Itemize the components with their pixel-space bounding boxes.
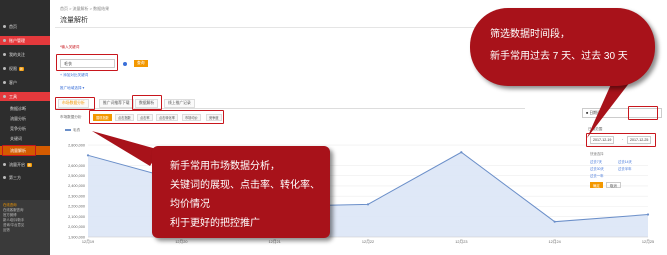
y-tick-label: 2,300,000 <box>68 194 85 198</box>
quick-option[interactable]: 过去一年 <box>590 173 604 178</box>
y-tick-label: 2,800,000 <box>68 143 85 147</box>
y-tick-label: 2,000,000 <box>68 225 85 229</box>
y-tick-label: 2,200,000 <box>68 205 85 209</box>
y-tick-label: 2,600,000 <box>68 164 85 168</box>
callout-line: 关键词的展现、点击率、转化率、 <box>170 180 320 191</box>
date-cancel-button[interactable]: 取消 <box>606 182 621 188</box>
quick-select-label: 快速选择 <box>590 152 604 156</box>
date-range-label: 日期范围 <box>588 127 603 131</box>
quick-option[interactable]: 过去30天 <box>590 166 604 171</box>
data-point <box>553 220 556 223</box>
highlight-box-date-range <box>586 133 656 147</box>
callout-date-filter: 筛选数据时间段， 新手常用过去 7 天、过去 30 天 <box>470 8 655 86</box>
data-point <box>646 213 650 216</box>
quick-option[interactable]: 过去半年 <box>618 166 632 171</box>
y-tick-label: 2,500,000 <box>68 174 85 178</box>
callout-market-analysis: 新手常用市场数据分析， 关键词的展现、点击率、转化率、 均价情况 利于更好的把控… <box>152 146 330 238</box>
data-point <box>366 203 370 206</box>
callout-line: 新手常用市场数据分析， <box>170 161 280 172</box>
callout-line: 新手常用过去 7 天、过去 30 天 <box>490 51 628 62</box>
y-tick-label: 1,900,000 <box>68 235 85 239</box>
callout-line: 均价情况 <box>170 199 210 210</box>
x-tick-label: 12月23 <box>455 239 467 244</box>
quick-option[interactable]: 过去7天 <box>590 159 602 164</box>
quick-option[interactable]: 过去14天 <box>618 159 632 164</box>
callout-line: 筛选数据时间段， <box>490 29 570 40</box>
y-tick-label: 2,400,000 <box>68 184 85 188</box>
date-ok-button[interactable]: 确定 <box>590 182 603 188</box>
x-tick-label: 12月25 <box>642 239 654 244</box>
x-tick-label: 12月20 <box>175 239 187 244</box>
y-tick-label: 2,100,000 <box>68 215 85 219</box>
x-tick-label: 12月24 <box>549 239 561 244</box>
data-point <box>86 154 90 157</box>
highlight-box-date <box>628 106 658 120</box>
x-tick-label: 12月19 <box>82 239 94 244</box>
x-tick-label: 12月22 <box>362 239 374 244</box>
callout-line: 利于更好的把控推广 <box>170 218 260 229</box>
x-tick-label: 12月21 <box>269 239 281 244</box>
data-point <box>460 151 463 154</box>
